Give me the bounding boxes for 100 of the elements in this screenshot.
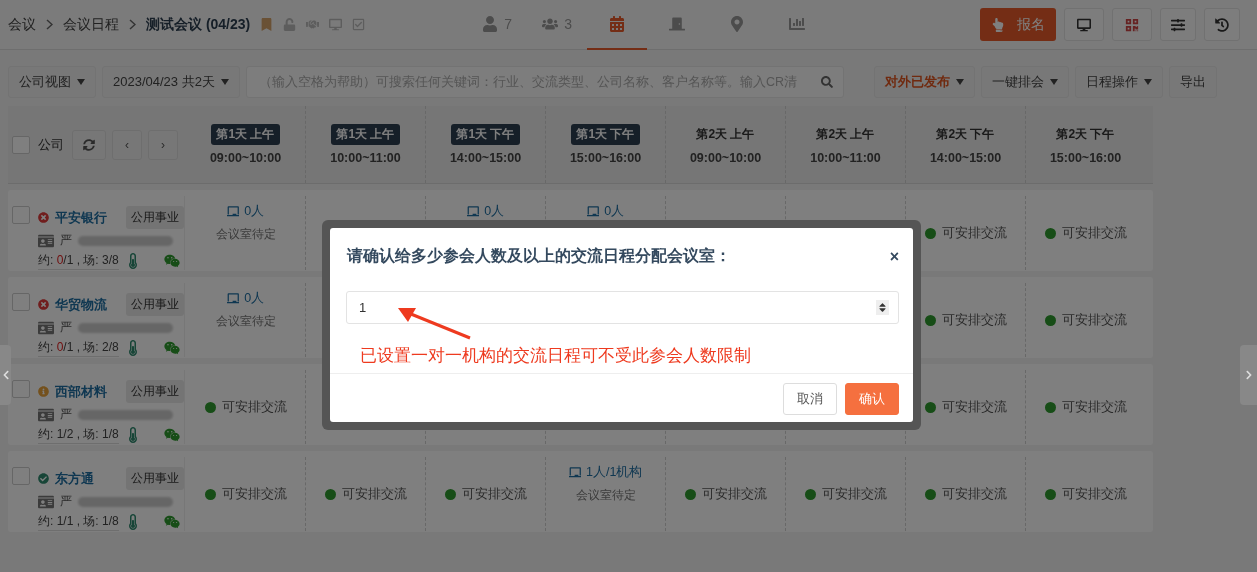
meeting-stats: 约: 0/1 , 场: 2/8 — [38, 339, 119, 357]
slot-status[interactable]: 可安排交流 — [924, 485, 1007, 503]
slot-status[interactable]: 可安排交流 — [324, 485, 407, 503]
caret-icon — [1143, 79, 1152, 85]
close-button[interactable]: × — [885, 247, 903, 266]
chat-icon[interactable] — [164, 427, 180, 443]
refresh-button[interactable] — [72, 129, 106, 160]
company-link[interactable]: 平安银行 — [55, 208, 107, 227]
view-dropdown[interactable]: 公司视图 — [8, 66, 96, 98]
chevron-icon — [46, 19, 53, 30]
slot-status[interactable]: 可安排交流 — [924, 224, 1007, 242]
status-dot — [444, 488, 456, 500]
cancel-button[interactable]: 取消 — [783, 383, 837, 415]
day-label: 第1天 下午 — [571, 124, 640, 145]
slot-status[interactable]: 可安排交流 — [804, 485, 887, 503]
slot-status[interactable]: 可安排交流 — [1044, 485, 1127, 503]
error-icon — [38, 212, 49, 223]
caret-icon — [1049, 79, 1058, 85]
time-range: 14:00~15:00 — [929, 151, 1002, 165]
industry-tag: 公用事业 — [126, 380, 184, 403]
signup-button[interactable]: 报名 — [980, 8, 1056, 41]
slot-status[interactable]: 可安排交流 — [444, 485, 527, 503]
board-icon — [226, 292, 240, 305]
row-checkbox[interactable] — [12, 467, 30, 485]
sliders-icon — [1171, 17, 1185, 32]
row-checkbox[interactable] — [12, 206, 30, 224]
expand-handle[interactable] — [1240, 345, 1257, 405]
slot-status[interactable]: 可安排交流 — [1044, 398, 1127, 416]
chat-icon[interactable] — [164, 253, 180, 269]
id-card-icon — [38, 493, 54, 510]
breadcrumb-link[interactable]: 会议日程 — [63, 15, 119, 34]
select-all-checkbox[interactable] — [12, 135, 30, 154]
collapse-handle[interactable] — [0, 345, 11, 405]
board-icon — [568, 466, 582, 479]
slot-status[interactable]: 可安排交流 — [684, 485, 767, 503]
slot-status[interactable]: 可安排交流 — [924, 311, 1007, 329]
history-icon — [1215, 17, 1229, 32]
confirm-button[interactable]: 确认 — [845, 383, 899, 415]
status-dot — [924, 227, 936, 239]
room-status: 会议室待定 — [215, 313, 276, 330]
hand-pointer-icon — [991, 17, 1005, 32]
action-dropdown[interactable]: 对外已发布 — [873, 66, 975, 98]
bookmark-icon[interactable] — [260, 18, 274, 31]
day-label: 第1天 上午 — [211, 124, 280, 145]
action-dropdown[interactable]: 日程操作 — [1074, 66, 1163, 98]
slot-status[interactable]: 可安排交流 — [204, 485, 287, 503]
day-label: 第2天 上午 — [695, 126, 756, 143]
board-icon — [586, 205, 600, 218]
slot-status[interactable]: 可安排交流 — [204, 398, 287, 416]
prev-button[interactable]: ‹ — [112, 129, 142, 160]
meeting-stats: 约: 1/2 , 场: 1/8 — [38, 426, 119, 444]
number-field[interactable]: 1 — [346, 291, 899, 324]
chat-icon[interactable] — [164, 340, 180, 356]
company-link[interactable]: 西部材料 — [55, 382, 107, 401]
day-label: 第2天 上午 — [815, 126, 876, 143]
error-icon — [38, 299, 49, 310]
chat-icon[interactable] — [164, 514, 180, 530]
attendee-count[interactable]: 0人 — [226, 290, 265, 307]
chevron-icon — [129, 19, 136, 30]
monitor-button[interactable] — [1064, 8, 1104, 41]
qr-code-button[interactable] — [1112, 8, 1152, 41]
monitor-icon[interactable] — [329, 18, 343, 31]
date-dropdown[interactable]: 2023/04/23 共2天 — [102, 66, 240, 98]
slot-status[interactable]: 可安排交流 — [1044, 224, 1127, 242]
company-link[interactable]: 东方通 — [55, 469, 94, 488]
row-checkbox[interactable] — [12, 380, 30, 398]
spinner-icon[interactable] — [876, 300, 889, 315]
company-link[interactable]: 华贸物流 — [55, 295, 107, 314]
handshake-icon[interactable] — [306, 18, 320, 31]
room-status: 会议室待定 — [575, 487, 636, 504]
slot-status[interactable]: 可安排交流 — [924, 398, 1007, 416]
page-title: 测试会议 (04/23) — [146, 15, 251, 34]
attendee-count[interactable]: 0人 — [466, 203, 505, 220]
status-dot — [1044, 314, 1056, 326]
contact-name: 严 — [60, 319, 72, 336]
status-dot — [924, 314, 936, 326]
attendee-count[interactable]: 1人/1机构 — [568, 464, 643, 481]
day-label: 第1天 下午 — [451, 124, 520, 145]
unlock-icon[interactable] — [283, 18, 297, 31]
attendee-count[interactable]: 0人 — [226, 203, 265, 220]
day-label: 第2天 下午 — [935, 126, 996, 143]
dialog-title: 请确认给多少参会人数及以上的交流日程分配会议室： — [347, 246, 731, 266]
history-button[interactable] — [1204, 8, 1240, 41]
next-button[interactable]: › — [148, 129, 178, 160]
row-checkbox[interactable] — [12, 293, 30, 311]
bar-chart-icon — [789, 15, 806, 32]
contact-name: 严 — [60, 406, 72, 423]
room-status: 会议室待定 — [215, 226, 276, 243]
door-icon — [669, 15, 686, 32]
settings-button[interactable] — [1160, 8, 1196, 41]
attendee-count[interactable]: 0人 — [586, 203, 625, 220]
refresh-icon — [83, 138, 95, 151]
breadcrumb-link[interactable]: 会议 — [8, 15, 36, 34]
annotation-note: 已设置一对一机构的交流日程可不受此参会人数限制 — [360, 345, 751, 367]
status-dot — [324, 488, 336, 500]
slot-status[interactable]: 可安排交流 — [1044, 311, 1127, 329]
export-button[interactable]: 导出 — [1168, 66, 1217, 98]
qr-code-icon — [1125, 17, 1139, 32]
checkbox-icon[interactable] — [352, 18, 366, 31]
id-card-icon — [38, 319, 54, 336]
